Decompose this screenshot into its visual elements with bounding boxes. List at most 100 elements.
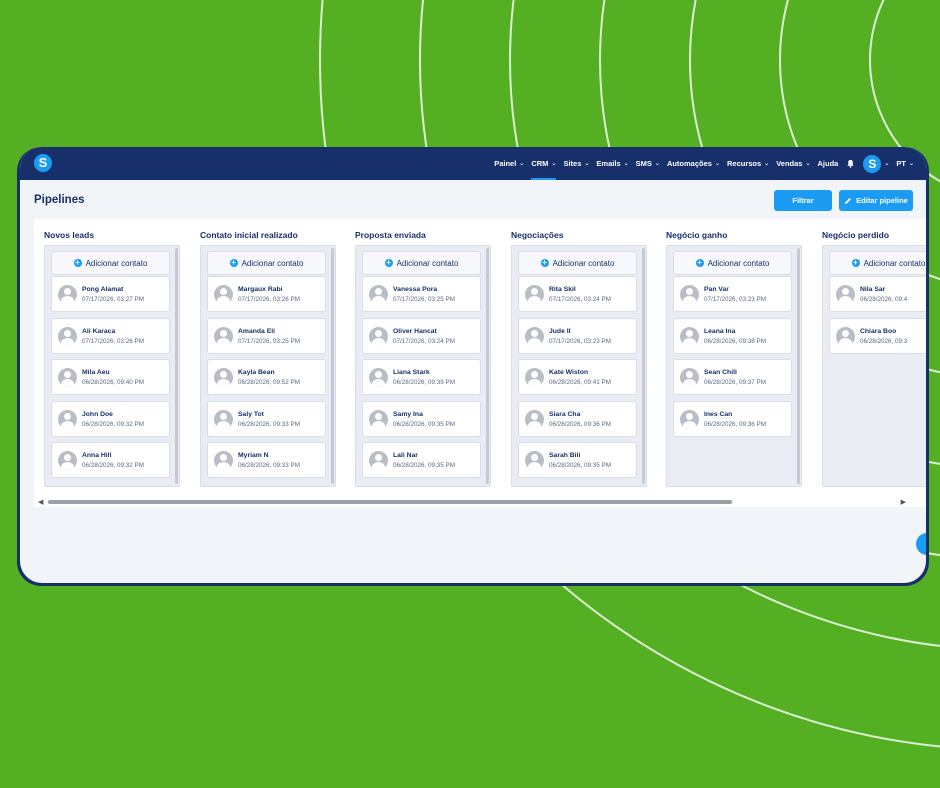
contact-card[interactable]: Pan Var 07/17/2026, 03:23 PM [673,276,792,312]
column-scrollbar[interactable] [331,248,334,484]
column-title: Proposta enviada [355,230,426,240]
contact-card[interactable]: Vanessa Pora 07/17/2026, 03:25 PM [362,276,481,312]
contact-card[interactable]: Jude II 07/17/2026, 03:23 PM [518,318,637,354]
contact-name: Jude II [549,328,571,335]
nav-item-emails[interactable]: Emails ⌄ [596,147,628,180]
contact-name: Leana Ina [704,328,736,335]
contact-card[interactable]: Mila Aeu 06/28/2026, 09:40 PM [51,359,170,395]
column-lane: + Adicionar contato Pan Var 07/17/2026, 03:… [666,245,802,487]
contact-avatar-icon [680,327,699,346]
contact-card[interactable]: Sean Chill 06/28/2026, 09:37 PM [673,359,792,395]
contact-card[interactable]: Kayla Bean 06/28/2026, 09:52 PM [207,359,326,395]
nav-item-crm[interactable]: CRM ⌄ [531,147,557,180]
contact-card[interactable]: Liana Stark 06/28/2026, 09:39 PM [362,359,481,395]
contact-date: 06/28/2026, 09:52 PM [238,379,300,386]
nav-item-label: Automações [666,159,712,168]
scrollbar-thumb[interactable] [48,500,732,504]
avatar-menu-chevron[interactable]: ⌄ [884,147,889,180]
nav-item-label: Sites [563,159,582,168]
contact-card[interactable]: Ines Can 06/28/2026, 09:36 PM [673,401,792,437]
contact-card[interactable]: Pong Alamat 07/17/2026, 03:27 PM [51,276,170,312]
contact-card[interactable]: Amanda Eli 07/17/2026, 03:25 PM [207,318,326,354]
add-contact-button[interactable]: + Adicionar contato [673,251,792,275]
logo-icon[interactable]: S [34,154,52,172]
add-contact-label: Adicionar contato [85,258,148,268]
scroll-left-arrow-icon[interactable]: ◀ [38,498,43,506]
contact-card[interactable]: Margaux Rabi 07/17/2026, 03:26 PM [207,276,326,312]
contact-card[interactable]: Rita Skil 07/17/2026, 03:24 PM [518,276,637,312]
edit-pipeline-button[interactable]: Editar pipeline [839,190,913,211]
scroll-right-arrow-icon[interactable]: ▶ [901,498,906,506]
contact-name: Ali Karaca [82,328,116,335]
nav-item-label: Ajuda [817,159,839,168]
contact-name: Vanessa Pora [393,286,438,293]
contact-name: Margaux Rabi [238,286,283,293]
contact-date: 06/28/2026, 09:33 PM [238,462,300,469]
add-contact-button[interactable]: + Adicionar contato [829,251,926,275]
contact-avatar-icon [525,410,544,429]
contact-card[interactable]: Sarah Bili 06/28/2026, 09:35 PM [518,442,637,478]
browser-frame: S Painel ⌄ CRM ⌄ Sites ⌄ Emails ⌄ SMS ⌄ Automações… [17,147,929,586]
contact-card[interactable]: Chiara Boo 06/28/2026, 09:3 [829,318,926,354]
contact-date: 06/28/2026, 09:35 PM [393,421,455,428]
bell-icon[interactable] [846,159,855,168]
column-title: Negócio perdido [822,230,890,240]
contact-card[interactable]: Kate Wiston 06/28/2026, 09:41 PM [518,359,637,395]
column-scrollbar[interactable] [642,248,645,484]
nav-item-ajuda[interactable]: Ajuda [818,147,839,180]
add-contact-button[interactable]: + Adicionar contato [518,251,637,275]
contact-avatar-icon [525,451,544,470]
contact-date: 06/28/2026, 09:4 [860,296,908,303]
contact-name: Sarah Bili [549,452,581,459]
column-scrollbar[interactable] [486,248,489,484]
contact-card[interactable]: Ali Karaca 07/17/2026, 03:26 PM [51,318,170,354]
chevron-down-icon: ⌄ [805,161,811,167]
contact-date: 06/28/2026, 09:37 PM [704,379,766,386]
contact-avatar-icon [525,285,544,304]
pencil-icon [845,197,852,204]
contact-date: 07/17/2026, 03:24 PM [393,338,455,345]
nav-item-label: Recursos [726,159,762,168]
floating-help-button[interactable] [916,533,926,555]
nav-item-vendas[interactable]: Vendas ⌄ [776,147,810,180]
contact-date: 07/17/2026, 03:26 PM [238,296,300,303]
contact-card[interactable]: Samy Ina 06/28/2026, 09:35 PM [362,401,481,437]
nav-item-recursos[interactable]: Recursos ⌄ [727,147,769,180]
contact-avatar-icon [680,410,699,429]
nav-item-sms[interactable]: SMS ⌄ [636,147,660,180]
filter-button[interactable]: Filtrar [774,190,832,211]
column-lane: + Adicionar contato Margaux Rabi 07/17/2026… [200,245,336,487]
contact-card[interactable]: Leana Ina 06/28/2026, 09:38 PM [673,318,792,354]
user-avatar[interactable]: S [863,154,882,173]
contact-avatar-icon [836,285,855,304]
column-scrollbar[interactable] [175,248,178,484]
contact-name: Kate Wiston [549,369,589,376]
contact-card[interactable]: Lali Nar 06/28/2026, 09:35 PM [362,442,481,478]
contact-card[interactable]: Siara Cha 06/28/2026, 09:36 PM [518,401,637,437]
add-contact-button[interactable]: + Adicionar contato [51,251,170,275]
contact-card[interactable]: Nila Sar 06/28/2026, 09:4 [829,276,926,312]
contact-card[interactable]: Myriam N 06/28/2026, 09:33 PM [207,442,326,478]
nav-item-painel[interactable]: Painel ⌄ [494,147,524,180]
add-contact-button[interactable]: + Adicionar contato [207,251,326,275]
contact-avatar-icon [525,368,544,387]
add-contact-button[interactable]: + Adicionar contato [362,251,481,275]
nav-item-label: CRM [531,159,549,168]
contact-name: Sean Chill [704,369,737,376]
language-selector[interactable]: PT ⌄ [896,147,914,180]
column-lane: + Adicionar contato Rita Skil 07/17/2026, 0… [511,245,647,487]
nav-item-sites[interactable]: Sites ⌄ [563,147,589,180]
contact-date: 06/28/2026, 09:36 PM [549,421,611,428]
contact-card[interactable]: Saly Tot 06/28/2026, 09:33 PM [207,401,326,437]
contact-card[interactable]: John Doe 06/28/2026, 09:32 PM [51,401,170,437]
contact-name: Nila Sar [860,286,886,293]
plus-circle-icon: + [851,258,860,267]
chevron-down-icon: ⌄ [623,161,629,167]
contact-card[interactable]: Anna Hill 06/28/2026, 09:32 PM [51,442,170,478]
contact-name: Saly Tot [238,411,264,418]
horizontal-scrollbar[interactable]: ◀ ▶ [34,497,926,507]
top-navbar: S Painel ⌄ CRM ⌄ Sites ⌄ Emails ⌄ SMS ⌄ Automações… [20,147,926,180]
contact-card[interactable]: Oliver Hancat 07/17/2026, 03:24 PM [362,318,481,354]
nav-item-automações[interactable]: Automações ⌄ [667,147,720,180]
column-scrollbar[interactable] [797,248,800,484]
